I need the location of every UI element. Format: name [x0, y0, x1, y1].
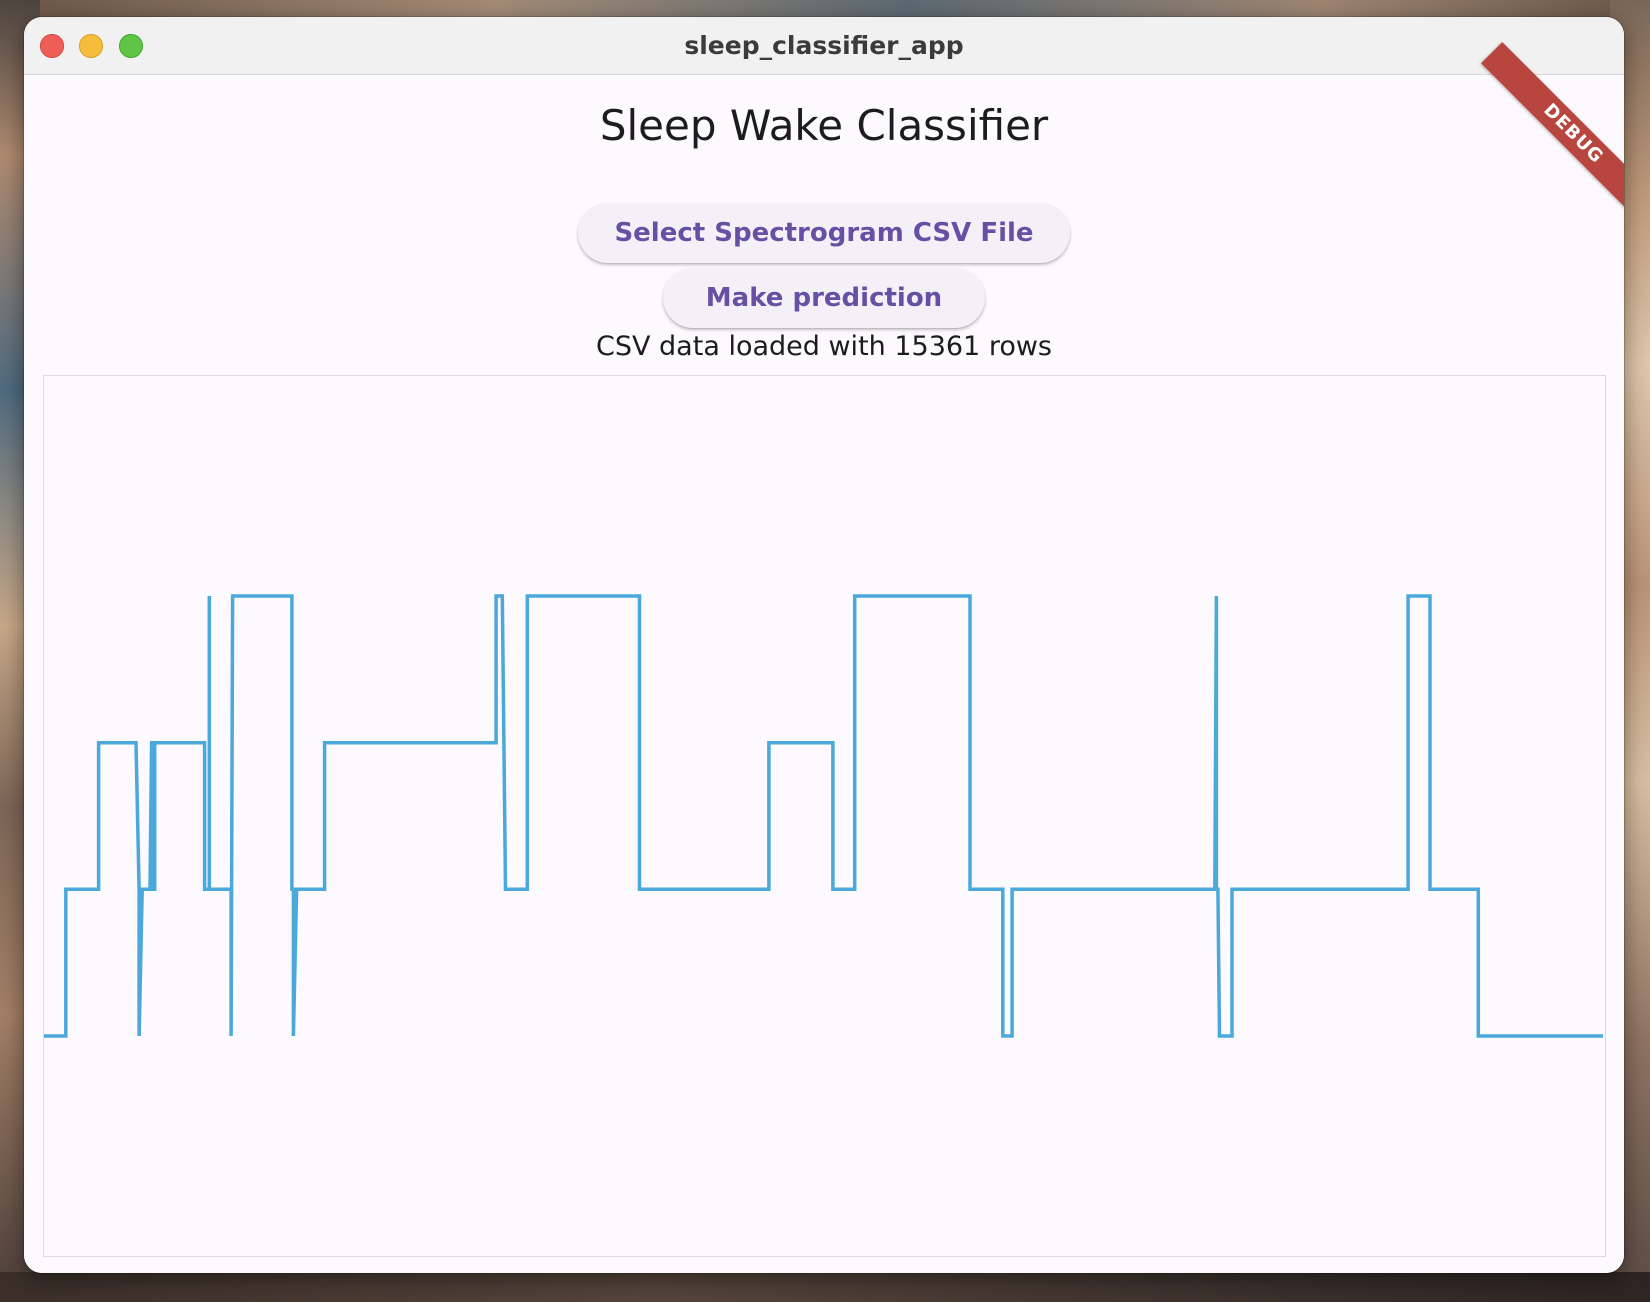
prediction-series-line	[44, 594, 1603, 1038]
chart-svg	[44, 594, 1603, 1038]
prediction-chart	[43, 375, 1606, 1257]
app-window: sleep_classifier_app DEBUG Sleep Wake Cl…	[24, 17, 1624, 1273]
title-bar[interactable]: sleep_classifier_app	[24, 17, 1624, 75]
select-csv-button[interactable]: Select Spectrogram CSV File	[578, 203, 1070, 263]
desktop-wallpaper-bottom	[0, 1272, 1650, 1302]
app-content: DEBUG Sleep Wake Classifier Select Spect…	[24, 42, 1624, 1273]
window-title: sleep_classifier_app	[684, 31, 964, 60]
status-text: CSV data loaded with 15361 rows	[596, 331, 1052, 362]
make-prediction-button[interactable]: Make prediction	[663, 268, 985, 328]
page-title: Sleep Wake Classifier	[599, 101, 1049, 150]
